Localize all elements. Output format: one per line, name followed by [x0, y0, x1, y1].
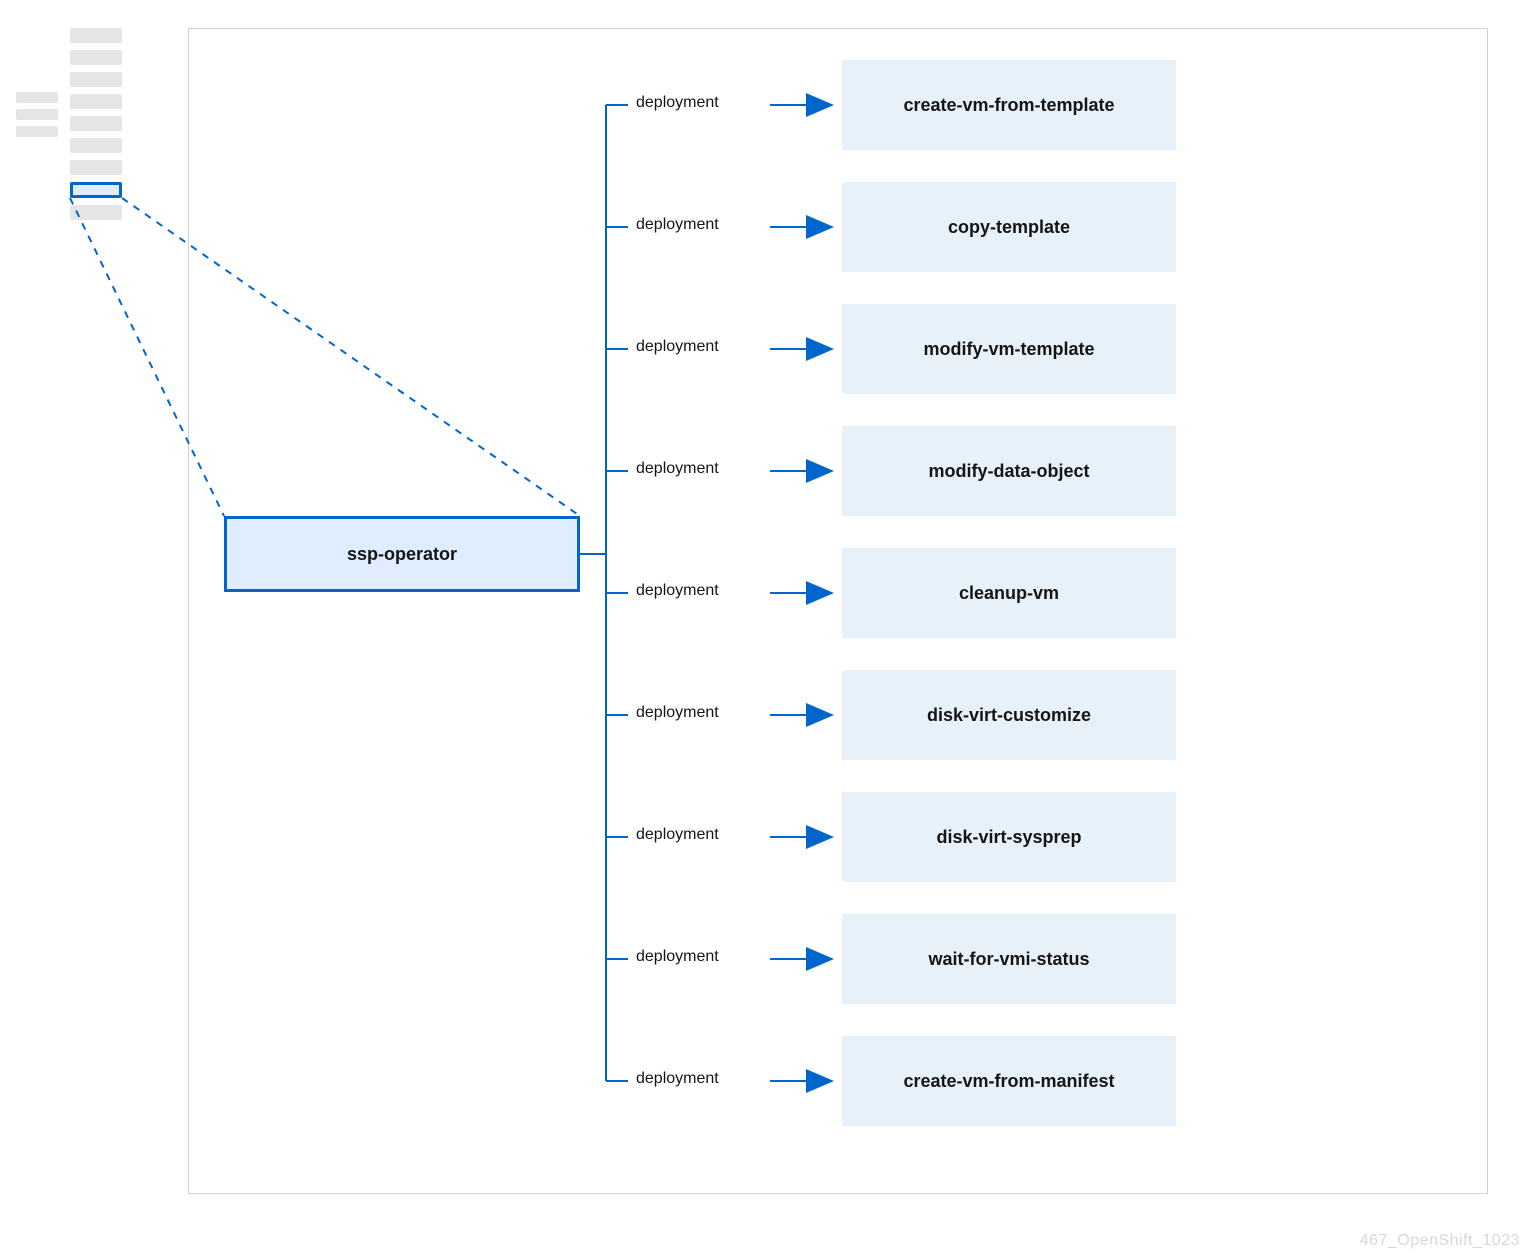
thumb-item: [70, 50, 122, 65]
thumb-item: [70, 72, 122, 87]
thumb-item: [70, 28, 122, 43]
watermark: 467_OpenShift_1023: [1360, 1232, 1520, 1250]
thumb-item: [70, 138, 122, 153]
target-node: cleanup-vm: [842, 548, 1176, 638]
target-node-label: disk-virt-customize: [927, 705, 1091, 726]
thumb-item: [16, 92, 58, 103]
target-node: create-vm-from-manifest: [842, 1036, 1176, 1126]
source-node-ssp-operator: ssp-operator: [224, 516, 580, 592]
target-node-label: modify-data-object: [928, 461, 1089, 482]
edge-label: deployment: [632, 1070, 723, 1088]
edge-label: deployment: [632, 216, 723, 234]
target-node-label: create-vm-from-manifest: [903, 1071, 1114, 1092]
diagram-panel: [188, 28, 1488, 1194]
target-node: modify-data-object: [842, 426, 1176, 516]
target-node: modify-vm-template: [842, 304, 1176, 394]
target-node-label: copy-template: [948, 217, 1070, 238]
thumb-item: [16, 109, 58, 120]
target-node-label: disk-virt-sysprep: [936, 827, 1081, 848]
target-node-label: modify-vm-template: [923, 339, 1094, 360]
thumb-item: [70, 94, 122, 109]
target-node: disk-virt-sysprep: [842, 792, 1176, 882]
thumb-item: [70, 160, 122, 175]
target-node-label: wait-for-vmi-status: [928, 949, 1089, 970]
target-node: copy-template: [842, 182, 1176, 272]
target-node: wait-for-vmi-status: [842, 914, 1176, 1004]
edge-label: deployment: [632, 948, 723, 966]
edge-label: deployment: [632, 704, 723, 722]
target-node-label: create-vm-from-template: [903, 95, 1114, 116]
edge-label: deployment: [632, 94, 723, 112]
edge-label: deployment: [632, 582, 723, 600]
edge-label: deployment: [632, 460, 723, 478]
thumb-item: [70, 205, 122, 220]
edge-label: deployment: [632, 826, 723, 844]
thumb-item: [16, 126, 58, 137]
thumb-item: [70, 116, 122, 131]
target-node-label: cleanup-vm: [959, 583, 1059, 604]
thumb-item-active: [70, 182, 122, 198]
source-node-label: ssp-operator: [347, 544, 457, 565]
target-node: create-vm-from-template: [842, 60, 1176, 150]
target-node: disk-virt-customize: [842, 670, 1176, 760]
edge-label: deployment: [632, 338, 723, 356]
